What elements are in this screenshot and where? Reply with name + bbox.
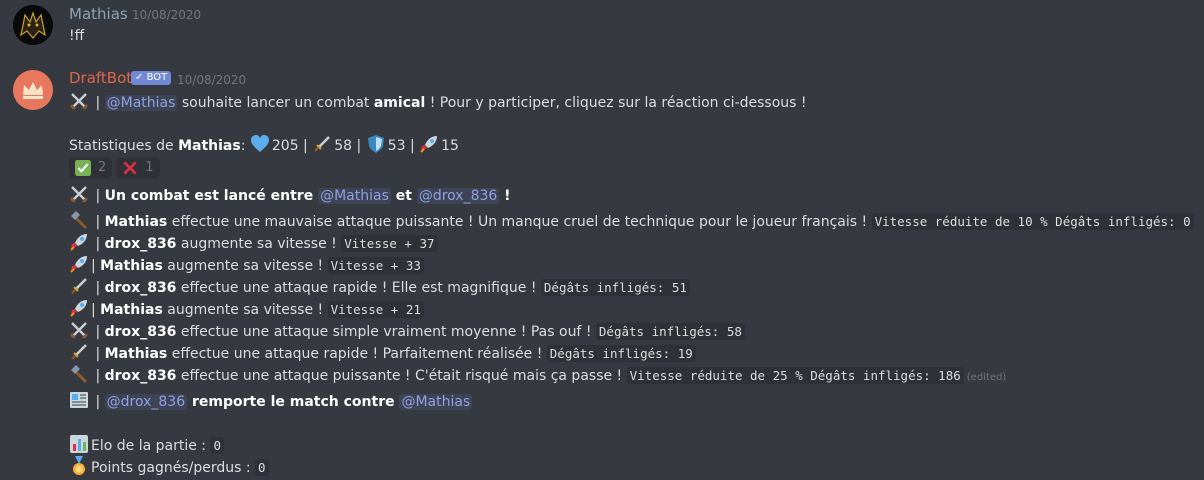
log-line: | drox_836 effectue une attaque simple v… [69, 320, 745, 342]
newspaper-icon [69, 390, 89, 410]
log-line: | Mathias effectue une attaque rapide ! … [69, 342, 696, 364]
mention-drox[interactable]: @drox_836 [416, 188, 500, 204]
points-line: Points gagnés/perdus : 0 [69, 456, 269, 478]
dagger-icon [69, 342, 89, 362]
dagger-icon [312, 134, 332, 154]
shield-icon [366, 134, 386, 154]
reaction-cross[interactable]: 1 [116, 158, 160, 178]
blue-heart-icon [250, 134, 270, 154]
log-line: | Mathias augmente sa vitesse ! Vitesse … [69, 254, 424, 276]
mention-mathias[interactable]: @Mathias [104, 95, 178, 111]
crown-icon [13, 70, 53, 110]
medal-icon [69, 456, 89, 476]
crossed-swords-icon [69, 320, 89, 340]
log-line: | drox_836 effectue une attaque puissant… [69, 364, 1006, 388]
mention-mathias[interactable]: @Mathias [318, 188, 391, 204]
message-mathias: Mathias 10/08/2020 !ff [0, 0, 1204, 60]
log-line: | drox_836 augmente sa vitesse ! Vitesse… [69, 232, 438, 254]
cross-icon [122, 160, 138, 176]
log-line: | Mathias augmente sa vitesse ! Vitesse … [69, 298, 424, 320]
hammer-icon [69, 210, 89, 230]
bar-chart-icon [69, 434, 89, 454]
wolf-avatar-icon [13, 5, 53, 45]
winner-line: | @drox_836 remporte le match contre @Ma… [69, 390, 473, 412]
rocket-icon [69, 298, 89, 318]
avatar[interactable] [13, 70, 53, 110]
rocket-icon [69, 254, 89, 274]
log-line: | drox_836 effectue une attaque rapide !… [69, 276, 690, 298]
rocket-icon [69, 232, 89, 252]
crossed-swords-icon [69, 184, 89, 204]
mention-mathias[interactable]: @Mathias [399, 394, 473, 410]
username-draftbot[interactable]: DraftBot [69, 69, 132, 87]
bot-badge: ✓ BOT [131, 71, 172, 85]
avatar[interactable] [13, 5, 53, 45]
message-text: !ff [69, 28, 85, 44]
message-draftbot: DraftBot ✓ BOT 10/08/2020 | @Mathias sou… [0, 60, 1204, 480]
edited-label: (edited) [966, 372, 1007, 383]
reactions: 21 [69, 158, 164, 182]
intro-line: | @Mathias souhaite lancer un combat ami… [69, 91, 807, 113]
username-mathias[interactable]: Mathias [69, 5, 128, 23]
timestamp: 10/08/2020 [132, 8, 202, 22]
dagger-icon [69, 276, 89, 296]
combat-start-line: | Un combat est lancé entre @Mathias et … [69, 184, 511, 206]
stats-line: Statistiques de Mathias: 205 | 58 | 53 |… [69, 134, 459, 156]
check-icon [75, 160, 91, 176]
hammer-icon [69, 364, 89, 384]
elo-line: Elo de la partie : 0 [69, 434, 224, 456]
rocket-icon [419, 134, 439, 154]
mention-drox[interactable]: @drox_836 [104, 394, 188, 410]
reaction-check[interactable]: 2 [69, 158, 113, 178]
log-line: | Mathias effectue une mauvaise attaque … [69, 210, 1194, 232]
crossed-swords-icon [69, 91, 89, 111]
timestamp: 10/08/2020 [177, 73, 247, 87]
